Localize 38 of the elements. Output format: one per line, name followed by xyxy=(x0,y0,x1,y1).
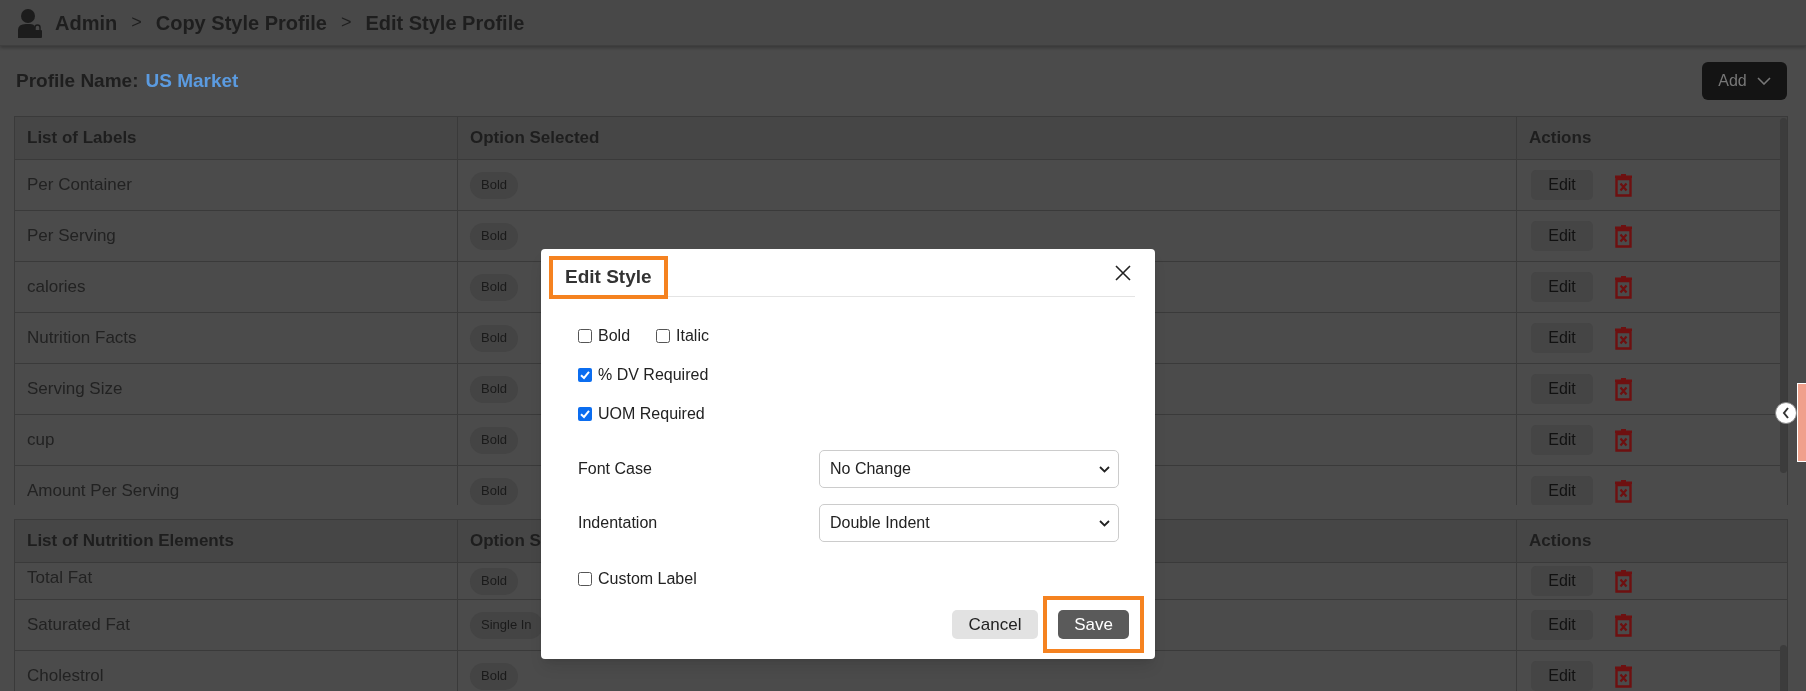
checkbox-label: Bold xyxy=(598,325,631,346)
chevron-down-icon xyxy=(1099,465,1110,473)
trash-delete-icon[interactable] xyxy=(1614,479,1633,503)
trash-delete-icon[interactable] xyxy=(1614,428,1633,452)
field-label: Font Case xyxy=(578,459,653,479)
collapse-handle[interactable] xyxy=(1775,402,1797,424)
checkbox-label: Custom Label xyxy=(598,568,697,589)
checkbox[interactable] xyxy=(578,328,592,343)
field-label: Indentation xyxy=(578,513,659,533)
checkbox[interactable] xyxy=(578,367,592,382)
dropdown-select[interactable]: Double Indent xyxy=(819,504,1119,542)
checkbox-label: Italic xyxy=(676,325,709,346)
trash-delete-icon[interactable] xyxy=(1614,326,1633,350)
trash-delete-icon[interactable] xyxy=(1614,173,1633,197)
checkbox-label: % DV Required xyxy=(598,364,709,385)
trash-delete-icon[interactable] xyxy=(1614,613,1633,637)
chevron-down-icon xyxy=(1099,519,1110,527)
breadcrumb-separator: > xyxy=(131,11,142,34)
trash-delete-icon[interactable] xyxy=(1614,664,1633,688)
checkbox[interactable] xyxy=(578,406,592,421)
profile-name-value: US Market xyxy=(145,68,239,93)
breadcrumb-separator: > xyxy=(340,11,352,34)
checkbox[interactable] xyxy=(656,328,671,343)
trash-delete-icon[interactable] xyxy=(1614,377,1633,401)
checkbox[interactable] xyxy=(578,571,592,586)
chevron-left-icon xyxy=(1782,407,1790,419)
dropdown-select[interactable]: No Change xyxy=(819,450,1119,488)
cancel-button[interactable]: Cancel xyxy=(952,610,1038,639)
save-button[interactable]: Save xyxy=(1058,610,1129,639)
add-dropdown-button[interactable]: Add xyxy=(1702,62,1787,100)
chevron-down-icon xyxy=(1756,77,1771,85)
admin-user-icon xyxy=(18,7,42,38)
trash-delete-icon[interactable] xyxy=(1614,275,1633,299)
dialog-title: Edit Style xyxy=(565,265,652,290)
checkbox-label: UOM Required xyxy=(598,403,705,424)
trash-delete-icon[interactable] xyxy=(1614,569,1633,593)
close-icon[interactable] xyxy=(1115,264,1131,281)
trash-delete-icon[interactable] xyxy=(1614,224,1633,248)
